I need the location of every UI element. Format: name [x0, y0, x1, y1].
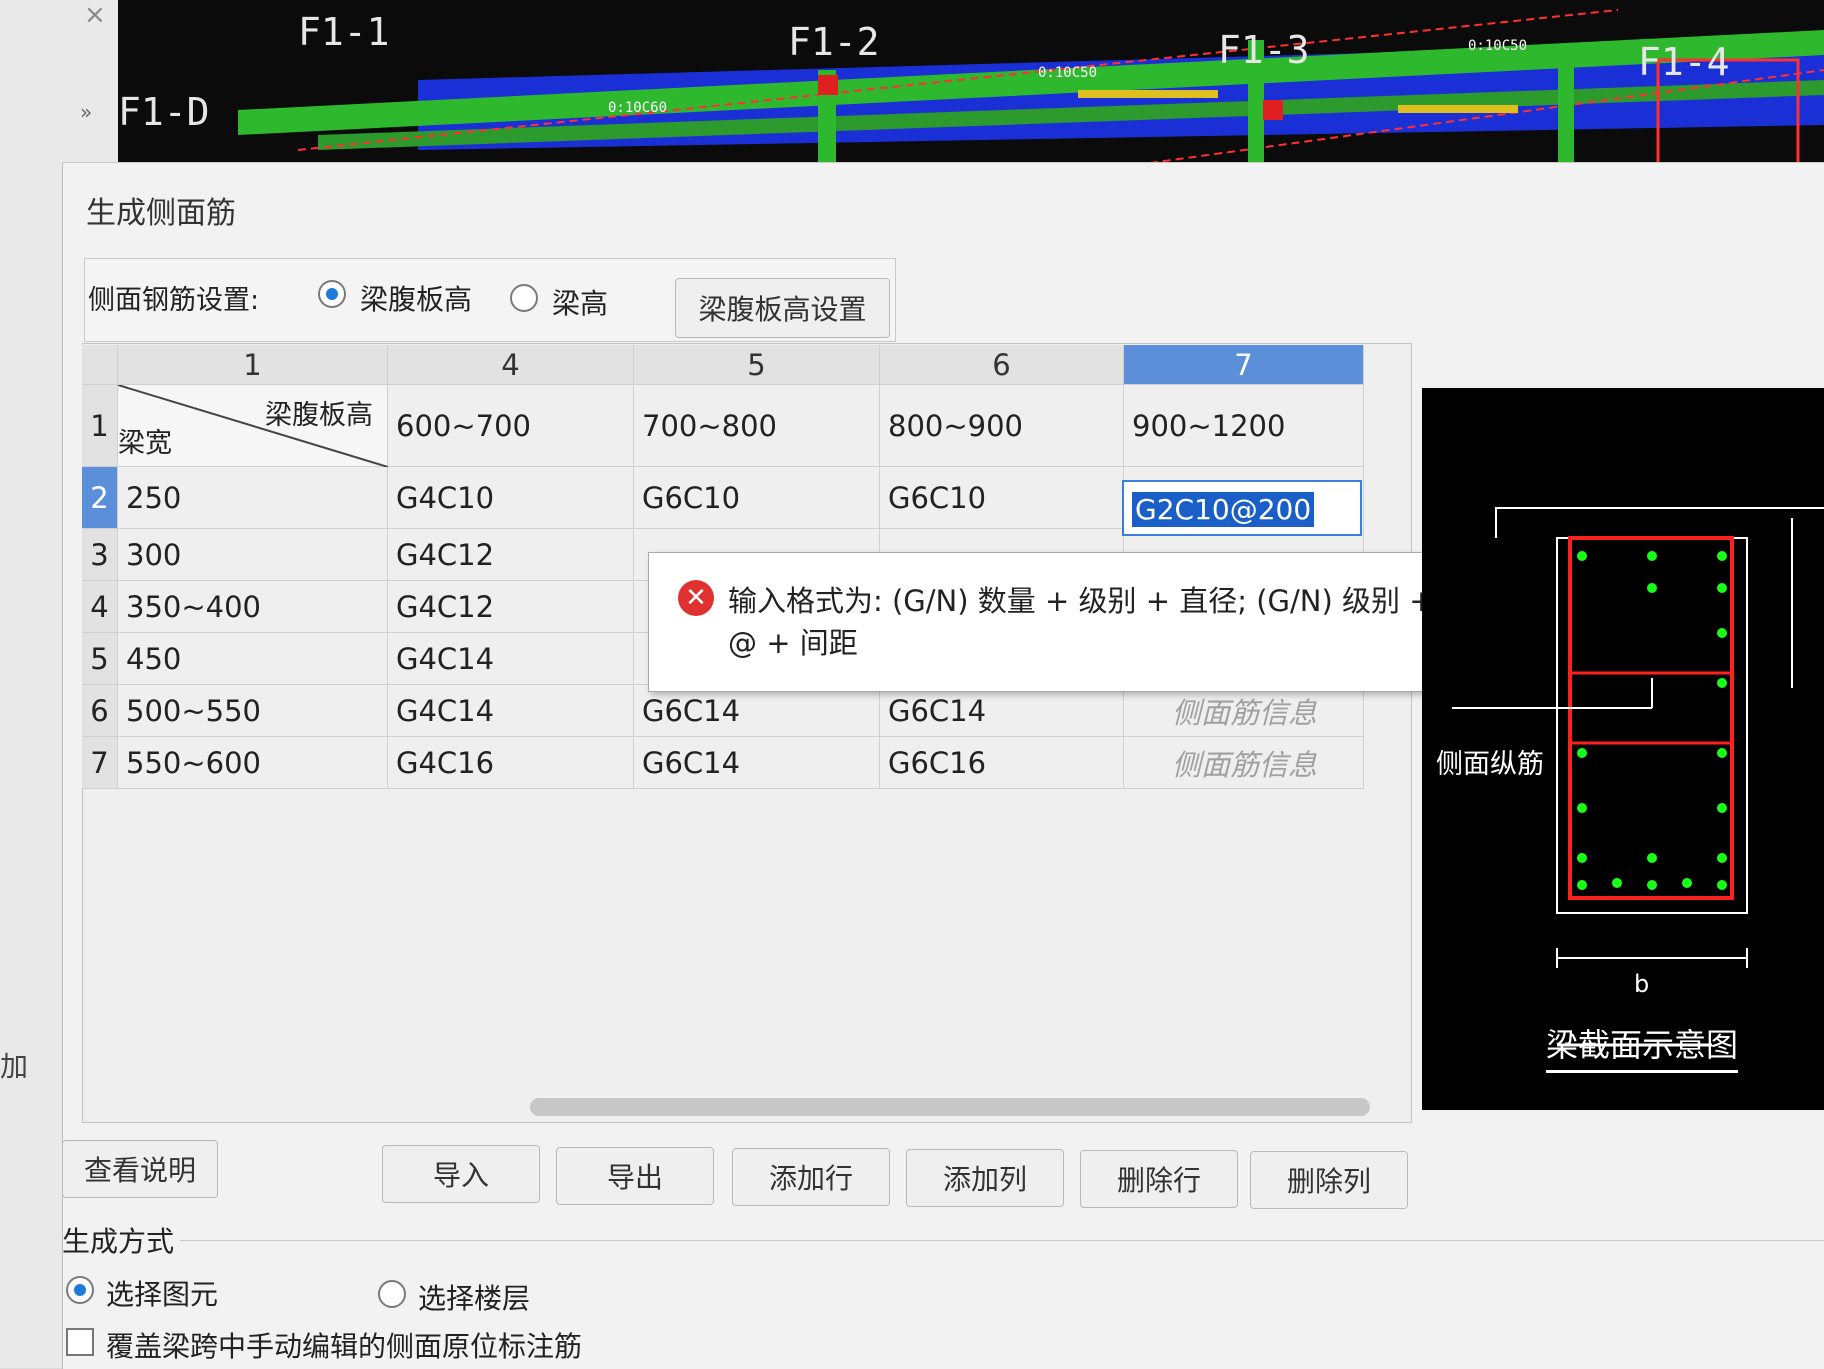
row-header[interactable]: 4	[82, 581, 118, 633]
corner-bottom-label: 梁宽	[118, 428, 172, 459]
table-cell[interactable]: G4C12	[388, 529, 634, 581]
cad-label: F1-3	[1218, 28, 1310, 72]
table-cell[interactable]: G6C14	[880, 685, 1124, 737]
cad-label: F1-4	[1638, 40, 1730, 84]
col-header[interactable]: 4	[388, 345, 634, 385]
radio-beam-height[interactable]	[510, 284, 538, 312]
row-header[interactable]: 3	[82, 529, 118, 581]
overwrite-checkbox[interactable]	[66, 1328, 94, 1356]
cad-label: F1-D	[118, 90, 210, 134]
table-cell[interactable]: 450	[118, 633, 388, 685]
table-cell-placeholder[interactable]: 侧面筋信息	[1124, 737, 1364, 789]
cad-note: 0:10C60	[608, 100, 668, 116]
table-cell[interactable]: G4C10	[388, 467, 634, 529]
cad-label: F1-2	[788, 20, 880, 64]
table-cell[interactable]: 500~550	[118, 685, 388, 737]
group-divider	[180, 1240, 1824, 1241]
row-header[interactable]: 5	[82, 633, 118, 685]
table-cell[interactable]: G6C16	[880, 737, 1124, 789]
cad-note: 0:10C50	[1468, 38, 1528, 54]
table-cell[interactable]: G4C16	[388, 737, 634, 789]
table-cell[interactable]: G4C14	[388, 685, 634, 737]
add-row-button[interactable]: 添加行	[732, 1148, 890, 1206]
table-cell[interactable]: G6C14	[634, 685, 880, 737]
radio-web-height-label[interactable]: 梁腹板高	[360, 278, 472, 318]
web-height-settings-button[interactable]: 梁腹板高设置	[675, 278, 890, 338]
beam-width-label: b	[1634, 970, 1650, 998]
delete-column-button[interactable]: 删除列	[1250, 1151, 1408, 1209]
table-cell[interactable]: 300	[118, 529, 388, 581]
radio-select-element[interactable]	[66, 1276, 94, 1304]
horizontal-scrollbar[interactable]	[530, 1098, 1370, 1116]
table-cell-placeholder[interactable]: 侧面筋信息	[1124, 685, 1364, 737]
table-cell[interactable]: 800~900	[880, 385, 1124, 467]
radio-select-floor[interactable]	[378, 1280, 406, 1308]
editing-cell-text[interactable]: G2C10@200	[1132, 492, 1315, 527]
export-button[interactable]: 导出	[556, 1147, 714, 1205]
side-rebar-setting-label: 侧面钢筋设置:	[88, 285, 260, 316]
cad-label: F1-1	[298, 10, 390, 54]
col-header[interactable]: 6	[880, 345, 1124, 385]
import-button[interactable]: 导入	[382, 1145, 540, 1203]
close-icon[interactable]: ×	[84, 0, 106, 30]
radio-beam-height-label[interactable]: 梁高	[552, 282, 608, 322]
table-cell[interactable]: 350~400	[118, 581, 388, 633]
table-cell[interactable]: G4C14	[388, 633, 634, 685]
col-header-selected[interactable]: 7	[1124, 345, 1364, 385]
table-cell[interactable]: G6C10	[634, 467, 880, 529]
col-header[interactable]: 1	[118, 345, 388, 385]
col-header[interactable]: 5	[634, 345, 880, 385]
table-cell[interactable]: 900~1200	[1124, 385, 1364, 467]
table-cell[interactable]: 550~600	[118, 737, 388, 789]
row-header-selected[interactable]: 2	[82, 467, 118, 529]
radio-select-element-label[interactable]: 选择图元	[106, 1273, 218, 1313]
table-cell[interactable]: 600~700	[388, 385, 634, 467]
diagram-caption: 梁截面示意图	[1546, 1020, 1739, 1073]
side-longitudinal-bar-label: 侧面纵筋	[1436, 749, 1544, 780]
table-cell[interactable]: G6C10	[880, 467, 1124, 529]
generate-method-label: 生成方式	[62, 1225, 175, 1258]
cad-note: 0:10C50	[1038, 65, 1098, 81]
add-column-button[interactable]: 添加列	[906, 1149, 1064, 1207]
view-help-button[interactable]: 查看说明	[62, 1140, 218, 1198]
row-header[interactable]: 7	[82, 737, 118, 789]
background-side-text: 加	[0, 1050, 29, 1083]
error-icon: ✕	[678, 580, 714, 616]
corner-diagonal-cell: 梁腹板高 梁宽	[118, 385, 388, 467]
radio-web-height[interactable]	[318, 280, 346, 308]
row-header[interactable]: 6	[82, 685, 118, 737]
dialog-title: 生成侧面筋	[86, 196, 236, 231]
expand-icon[interactable]: »	[80, 100, 92, 124]
table-cell[interactable]: 250	[118, 467, 388, 529]
table-cell[interactable]: G6C14	[634, 737, 880, 789]
radio-select-floor-label[interactable]: 选择楼层	[418, 1277, 530, 1317]
table-cell[interactable]: G4C12	[388, 581, 634, 633]
table-corner	[82, 345, 118, 385]
corner-top-label: 梁腹板高	[265, 400, 373, 431]
delete-row-button[interactable]: 删除行	[1080, 1150, 1238, 1208]
overwrite-checkbox-label[interactable]: 覆盖梁跨中手动编辑的侧面原位标注筋	[106, 1325, 582, 1365]
row-header[interactable]: 1	[82, 385, 118, 467]
table-cell[interactable]: 700~800	[634, 385, 880, 467]
